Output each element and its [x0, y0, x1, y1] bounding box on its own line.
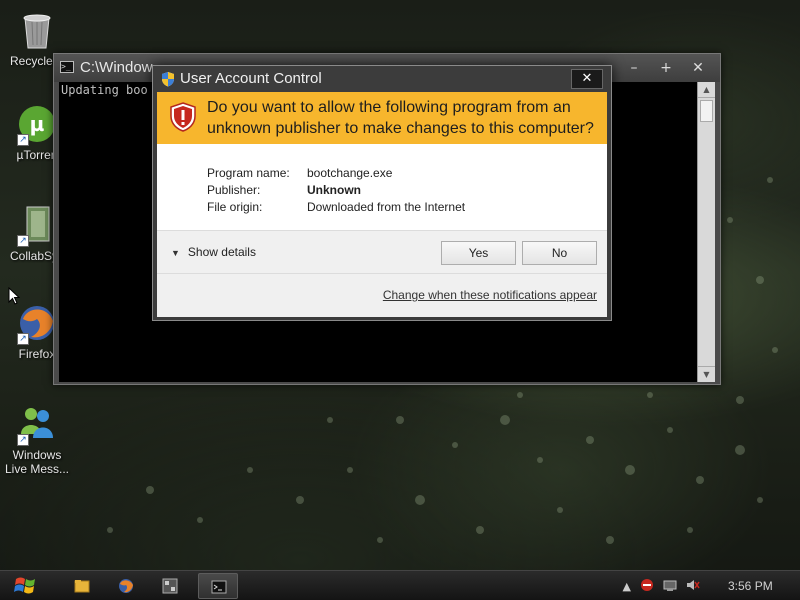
user-account-control-dialog[interactable]: User Account Control ✕ Do you want to al…	[152, 65, 612, 321]
network-icon[interactable]	[663, 578, 677, 596]
mouse-pointer-icon	[8, 287, 20, 305]
svg-text:µ: µ	[30, 112, 45, 136]
close-button[interactable]: ✕	[571, 69, 603, 89]
program-name-row: Program name: bootchange.exe	[207, 166, 392, 180]
publisher-value: Unknown	[307, 183, 361, 197]
windows-logo-icon	[14, 577, 35, 594]
firefox-icon	[118, 578, 134, 594]
shortcut-arrow-icon: ↗	[17, 134, 29, 146]
taskbar-item-explorer[interactable]	[62, 573, 102, 599]
yes-button[interactable]: Yes	[441, 241, 516, 265]
scroll-up-arrow-icon[interactable]: ▲	[698, 82, 715, 98]
shortcut-arrow-icon: ↗	[17, 434, 29, 446]
dialog-controls: ▼ Show details Yes No	[157, 230, 607, 273]
dialog-footer: Change when these notifications appear	[157, 273, 607, 317]
start-button[interactable]	[12, 574, 40, 598]
taskbar-item-firefox[interactable]	[106, 573, 146, 599]
recycle-bin-icon	[17, 10, 57, 50]
console-title: C:\Window	[80, 59, 153, 76]
minimize-button[interactable]: –	[618, 59, 650, 79]
show-details-label: Show details	[187, 245, 256, 259]
system-tray: ▲	[623, 578, 700, 596]
collabsys-icon: ↗	[17, 205, 57, 247]
program-name-label: Program name:	[207, 166, 290, 180]
change-notifications-link[interactable]: Change when these notifications appear	[383, 288, 597, 302]
desktop-icon-label-line2: Live Mess...	[4, 462, 70, 476]
security-alert-icon[interactable]	[640, 578, 654, 596]
no-button[interactable]: No	[522, 241, 597, 265]
uac-shield-icon	[160, 71, 176, 87]
folder-icon	[74, 578, 90, 594]
utorrent-icon: µ ↗	[17, 104, 57, 146]
taskbar-clock[interactable]: 3:56 PM	[728, 579, 773, 593]
shortcut-arrow-icon: ↗	[17, 333, 29, 345]
maximize-button[interactable]: +	[650, 59, 682, 79]
file-origin-label: File origin:	[207, 200, 263, 214]
show-details-toggle[interactable]: ▼ Show details	[171, 245, 256, 259]
uac-question: Do you want to allow the following progr…	[207, 99, 594, 137]
app-icon	[162, 578, 178, 594]
taskbar-item-app[interactable]	[150, 573, 190, 599]
publisher-row: Publisher: Unknown	[207, 183, 361, 197]
command-prompt-icon: >_	[60, 61, 74, 73]
warning-banner: Do you want to allow the following progr…	[157, 92, 607, 144]
firefox-icon: ↗	[17, 303, 57, 345]
program-name-value: bootchange.exe	[307, 166, 393, 180]
file-origin-value: Downloaded from the Internet	[307, 200, 466, 214]
program-info: Program name: bootchange.exe Publisher: Un…	[157, 144, 607, 230]
scroll-down-arrow-icon[interactable]: ▼	[698, 366, 715, 382]
shortcut-arrow-icon: ↗	[17, 235, 29, 247]
taskbar-item-command-prompt[interactable]	[198, 573, 238, 599]
volume-icon[interactable]	[686, 578, 700, 596]
taskbar: ▲ 3:56 PM	[0, 570, 800, 600]
desktop-icon-label: Windows	[12, 448, 62, 462]
console-scrollbar[interactable]: ▲ ▼	[697, 82, 715, 382]
scroll-thumb[interactable]	[700, 100, 713, 122]
show-hidden-icons-icon[interactable]: ▲	[623, 580, 631, 594]
desktop-icon-windows-live-messenger[interactable]: ↗ Windows Live Mess...	[0, 404, 74, 476]
uac-titlebar[interactable]: User Account Control ✕	[153, 66, 611, 92]
command-prompt-icon	[211, 579, 227, 595]
warning-shield-icon	[167, 101, 199, 133]
publisher-label: Publisher:	[207, 183, 261, 197]
close-button[interactable]: ✕	[682, 59, 714, 79]
dialog-title: User Account Control	[180, 70, 322, 87]
windows-live-messenger-icon: ↗	[17, 404, 57, 446]
chevron-down-icon: ▼	[171, 248, 180, 258]
file-origin-row: File origin: Downloaded from the Internet	[207, 200, 465, 214]
